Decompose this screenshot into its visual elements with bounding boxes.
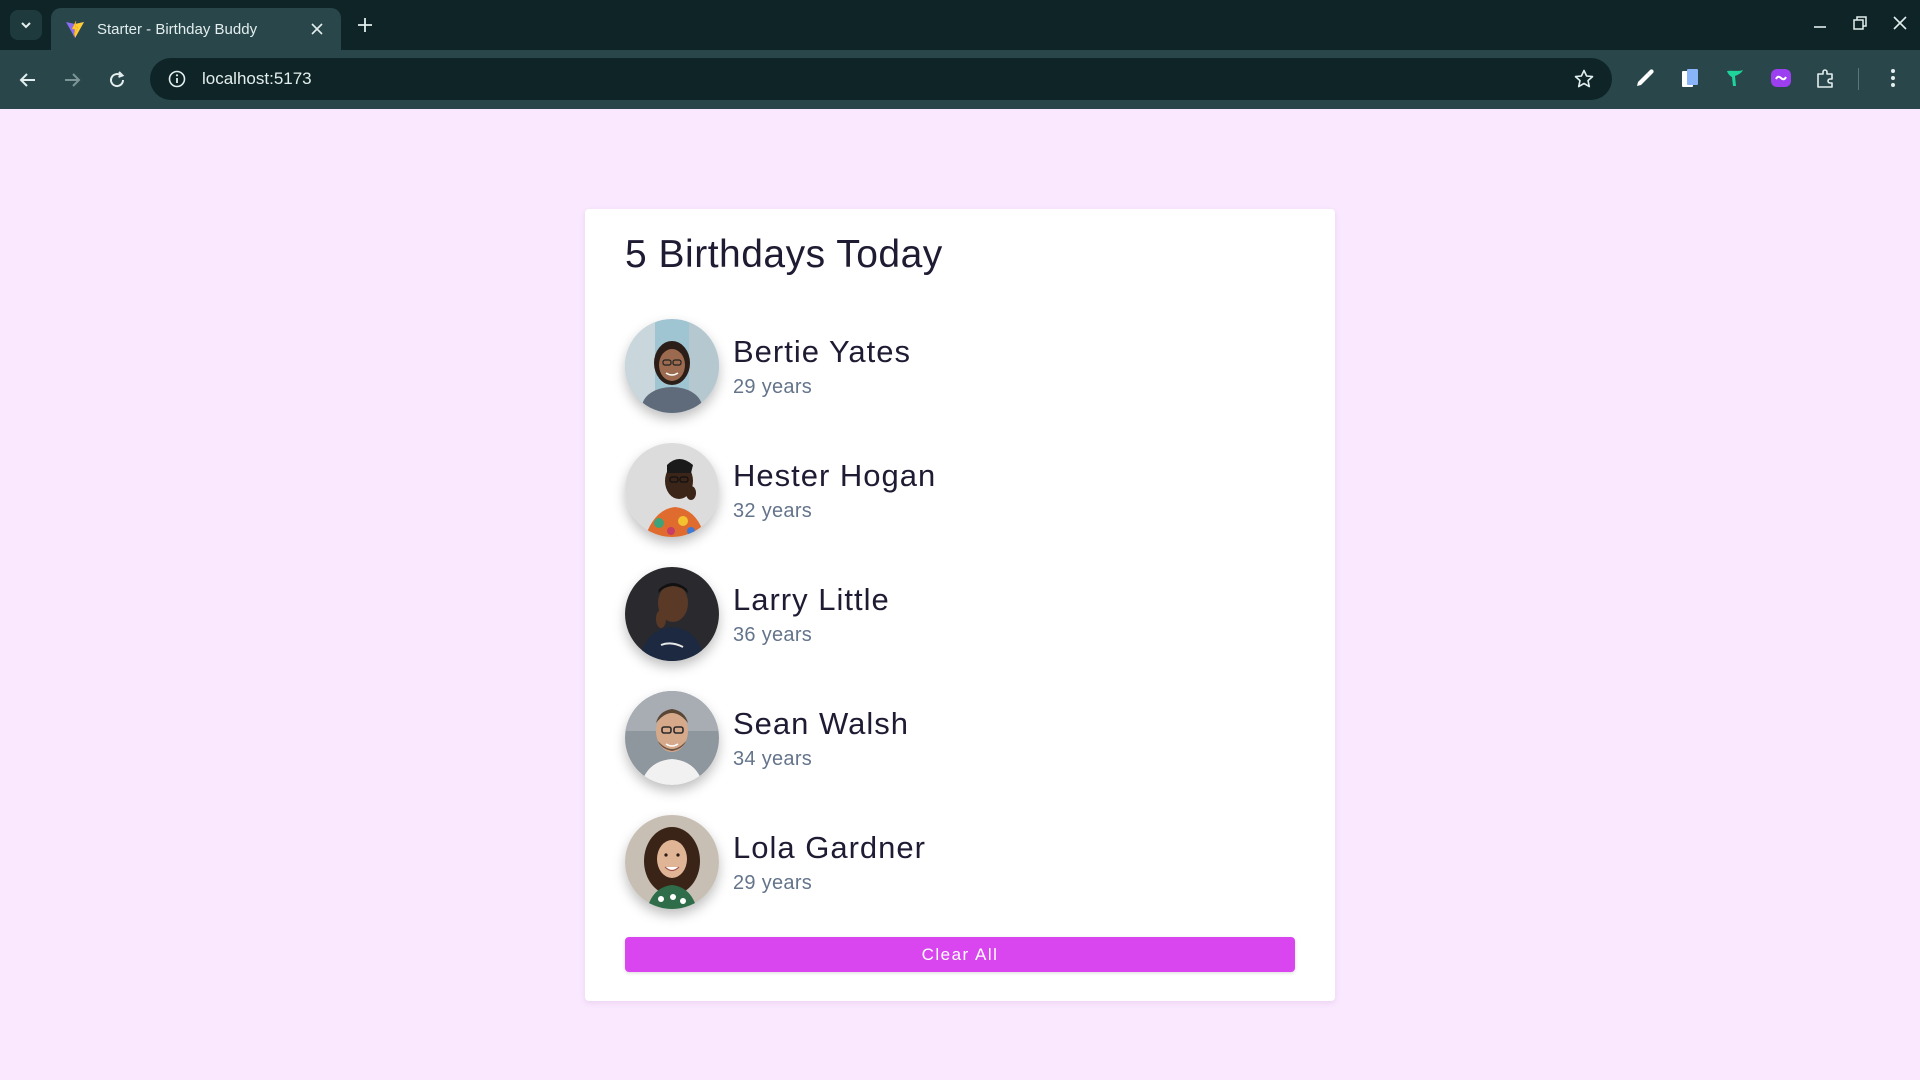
person-item: Bertie Yates 29 years [625, 319, 1295, 413]
pages-extension[interactable] [1676, 64, 1704, 92]
tab-title: Starter - Birthday Buddy [97, 20, 258, 38]
info-icon [168, 70, 186, 88]
avatar [625, 691, 719, 785]
birthday-card: 5 Birthdays Today Bertie Yates 29 years [585, 209, 1335, 1001]
person-info: Larry Little 36 years [733, 582, 890, 647]
bookmark-button[interactable] [1564, 59, 1604, 99]
arrow-right-icon [65, 73, 81, 87]
person-age: 34 years [733, 747, 813, 770]
person-info: Hester Hogan 32 years [733, 458, 936, 523]
bird-icon [1727, 70, 1743, 86]
person-item: Lola Gardner 29 years [625, 815, 1295, 909]
person-item: Larry Little 36 years [625, 567, 1295, 661]
person-name: Larry Little [733, 581, 890, 617]
arrow-left-icon [19, 73, 35, 87]
person-info: Sean Walsh 34 years [733, 706, 909, 771]
person-age: 36 years [733, 623, 813, 646]
bird-extension[interactable] [1721, 64, 1749, 92]
minimize-button[interactable] [1805, 10, 1835, 36]
pages-icon [1682, 69, 1698, 87]
browser-tab[interactable]: Starter - Birthday Buddy [51, 8, 341, 50]
close-icon [1893, 16, 1907, 30]
chevron-down-icon [21, 22, 31, 29]
purple-extension[interactable] [1767, 64, 1795, 92]
toolbar-separator [1858, 68, 1859, 90]
puzzle-icon [1817, 69, 1833, 88]
purple-link-icon [1771, 69, 1791, 87]
minimize-icon [1814, 26, 1826, 28]
person-age: 29 years [733, 871, 813, 894]
person-age: 29 years [733, 375, 813, 398]
restore-icon [1853, 16, 1867, 30]
page-title: 5 Birthdays Today [625, 233, 943, 276]
tab-close-button[interactable] [307, 19, 327, 39]
person-item: Sean Walsh 34 years [625, 691, 1295, 785]
extensions-button[interactable] [1812, 64, 1840, 92]
window-close-button[interactable] [1885, 10, 1915, 36]
avatar [625, 567, 719, 661]
address-bar[interactable]: localhost:5173 [150, 58, 1612, 100]
reload-icon [110, 71, 125, 88]
reload-button[interactable] [101, 64, 133, 96]
tab-strip: Starter - Birthday Buddy [0, 0, 1920, 50]
tab-search-button[interactable] [10, 10, 42, 40]
avatar [625, 443, 719, 537]
star-icon [1574, 69, 1594, 88]
plus-icon [358, 18, 372, 32]
person-item: Hester Hogan 32 years [625, 443, 1295, 537]
restore-button[interactable] [1845, 10, 1875, 36]
url-text: localhost:5173 [202, 69, 312, 88]
person-name: Hester Hogan [733, 457, 937, 493]
avatar [625, 319, 719, 413]
person-info: Bertie Yates 29 years [733, 334, 911, 399]
forward-button[interactable] [56, 64, 88, 96]
new-tab-button[interactable] [352, 12, 378, 38]
person-name: Lola Gardner [733, 829, 926, 865]
person-name: Bertie Yates [733, 333, 912, 369]
eyedropper-icon [1637, 69, 1654, 86]
person-info: Lola Gardner 29 years [733, 830, 926, 895]
close-icon [311, 23, 323, 35]
site-info-button[interactable] [156, 58, 198, 100]
browser-menu-button[interactable] [1879, 64, 1907, 92]
person-name: Sean Walsh [733, 705, 909, 741]
eyedropper-extension[interactable] [1631, 64, 1659, 92]
avatar [625, 815, 719, 909]
clear-all-button[interactable]: Clear All [625, 937, 1295, 972]
kebab-menu-icon [1891, 69, 1895, 87]
vite-icon [66, 20, 84, 38]
person-age: 32 years [733, 499, 813, 522]
back-button[interactable] [12, 64, 44, 96]
